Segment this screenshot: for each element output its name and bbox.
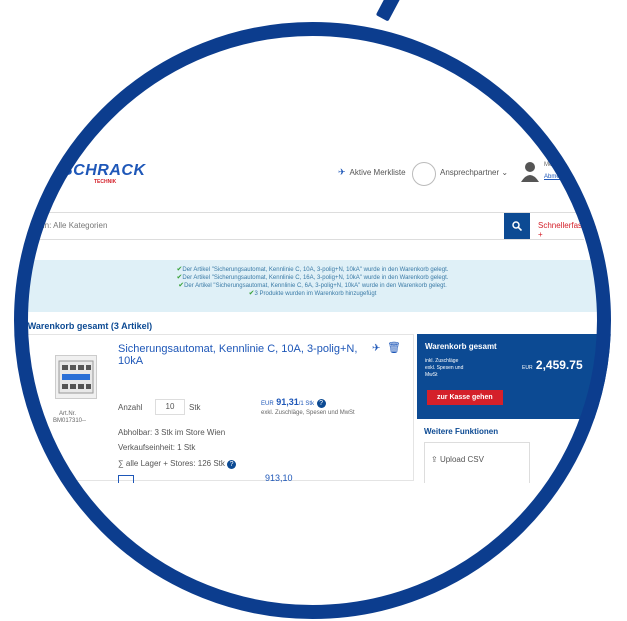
search-input[interactable]: Suche in: Alle Kategorien: [18, 221, 107, 230]
trash-icon[interactable]: 🗑: [387, 341, 401, 354]
info-icon[interactable]: ?: [227, 460, 237, 469]
search-icon: [512, 221, 522, 231]
search-bar: Suche in: Alle Kategorien Schnellerfassu…: [14, 212, 599, 240]
checkout-button[interactable]: zur Kasse gehen: [427, 390, 503, 405]
next-item-price: 913,10: [265, 473, 293, 483]
quantity-unit: Stk: [189, 403, 201, 412]
product-image[interactable]: [55, 355, 97, 399]
cart-title: 🛒 Warenkorb gesamt (3 Artikel): [14, 321, 153, 331]
user-icon[interactable]: [520, 160, 540, 182]
info-icon[interactable]: ?: [316, 399, 326, 408]
pickup-info: Abholbar: 3 Stk im Store Wien: [118, 428, 226, 437]
contact-person-dropdown[interactable]: Ansprechpartner ⌄: [440, 168, 508, 177]
logo-subtitle: TECHNIK: [94, 179, 117, 185]
notification-line: ✔Der Artikel "Sicherungsautomat, Kennlin…: [176, 274, 449, 281]
schrack-logo[interactable]: SCHRACK: [62, 162, 146, 180]
product-name-link[interactable]: Sicherungsautomat, Kennlinie C, 10A, 3-p…: [118, 343, 357, 367]
quantity-input[interactable]: 10: [155, 399, 185, 415]
contact-avatar[interactable]: [412, 162, 436, 186]
upload-icon: ⇪: [431, 455, 438, 464]
search-button[interactable]: [504, 213, 530, 239]
cart-summary: Warenkorb gesamt inkl. Zuschläge exkl. S…: [417, 334, 611, 419]
wishlist-link[interactable]: ✈ Aktive Merkliste: [338, 167, 406, 178]
summary-title: Warenkorb gesamt: [425, 342, 497, 351]
summary-total: EUR 2,459.75: [522, 358, 583, 372]
upload-csv-link[interactable]: ⇪ Upload CSV: [431, 455, 484, 464]
magnifier-handle: [375, 0, 403, 22]
further-functions-title: Weitere Funktionen: [424, 427, 499, 436]
further-functions-box: ⇪ Upload CSV: [424, 442, 530, 484]
notification-line: ✔3 Produkte wurden im Warenkorb hinzugef…: [248, 290, 377, 297]
quantity-label: Anzahl: [118, 403, 143, 412]
article-number: BM017310--: [53, 418, 87, 424]
cart-item-card: Art.Nr. BM017310-- Sicherungsautomat, Ke…: [14, 334, 414, 485]
notification-line: ✔Der Artikel "Sicherungsautomat, Kennlin…: [176, 266, 449, 273]
pin-icon[interactable]: ✈: [372, 343, 380, 354]
quick-entry-link[interactable]: Schnellerfassung +: [538, 221, 599, 239]
chevron-down-icon: ⌄: [501, 168, 509, 177]
lens-bottom: [14, 483, 611, 619]
stock-info: ∑ alle Lager + Stores: 126 Stk ?: [118, 459, 237, 469]
my-account-label[interactable]: Mein Konto: [544, 162, 574, 168]
pin-icon: ✈: [338, 167, 346, 177]
cart-icon: 🛒: [14, 321, 26, 331]
price-note: exkl. Zuschläge, Spesen und MwSt: [261, 410, 355, 416]
sales-unit: Verkaufseinheit: 1 Stk: [118, 443, 196, 452]
summary-note: inkl. Zuschläge exkl. Spesen und MwSt: [425, 358, 464, 378]
notification-line: ✔Der Artikel "Sicherungsautomat, Kennlin…: [178, 282, 447, 289]
logout-link[interactable]: Abmelden: [544, 174, 571, 180]
unit-price: EUR 91,31/1 Stk ?: [261, 397, 326, 408]
notification-banner: ✔Der Artikel "Sicherungsautomat, Kennlin…: [14, 260, 611, 312]
magnifier-lens: SCHRACK TECHNIK ✈ Aktive Merkliste Anspr…: [14, 22, 611, 619]
article-label: Art.Nr.: [59, 411, 77, 417]
